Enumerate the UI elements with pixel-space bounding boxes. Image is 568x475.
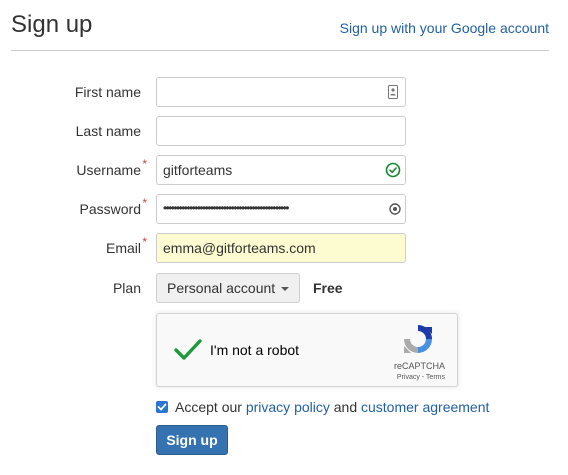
password-reveal-icon[interactable] [387,201,403,217]
agreement-and: and [333,399,358,415]
last-name-row: Last name [0,116,568,146]
username-input[interactable]: gitforteams [156,155,406,185]
chevron-down-icon [281,287,290,292]
privacy-policy-link[interactable]: privacy policy [246,399,330,415]
password-row: Password * ••••••••••••••••••••••••••••••… [0,194,568,224]
password-input[interactable]: ••••••••••••••••••••••••••••••••••••••••… [156,194,406,224]
username-value: gitforteams [163,162,233,178]
check-circle-icon [385,162,401,178]
recaptcha-privacy-terms[interactable]: Privacy - Terms [397,373,445,382]
recaptcha-logo-icon [404,325,432,353]
last-name-label: Last name [75,123,141,139]
plan-selected: Personal account [167,280,276,296]
last-name-input[interactable] [156,116,406,146]
agreement-checkbox[interactable] [156,401,168,413]
contact-card-icon[interactable] [385,84,401,100]
plan-dropdown[interactable]: Personal account [156,273,301,303]
recaptcha-brand: reCAPTCHA [393,361,445,371]
username-row: Username * gitforteams [0,155,568,185]
page-title: Sign up [11,11,93,38]
plan-label: Plan [112,280,141,296]
password-label-text: Password [79,201,141,217]
recaptcha-widget: I'm not a robot reCAPTCHA Privacy - Term… [156,313,458,387]
email-label: Email * [105,233,147,263]
username-label: Username * [76,155,147,185]
google-signup-link[interactable]: Sign up with your Google account [340,20,549,36]
email-label-text: Email [105,240,141,256]
email-row: Email * emma@gitforteams.com [0,233,568,263]
required-mark: * [142,235,147,249]
password-label: Password * [79,194,147,224]
check-icon[interactable] [173,338,203,362]
first-name-input[interactable] [156,77,406,107]
password-value: ••••••••••••••••••••••••••••••••••••••••… [163,201,289,215]
first-name-row: First name [0,77,568,107]
email-input[interactable]: emma@gitforteams.com [156,233,406,263]
required-mark: * [142,196,147,210]
sign-up-button[interactable]: Sign up [156,425,228,455]
recaptcha-label: I'm not a robot [210,342,300,358]
required-mark: * [142,157,147,171]
first-name-label: First name [74,84,141,100]
username-label-text: Username [76,162,141,178]
plan-price: Free [313,280,343,296]
agreement-row: Accept our privacy policy and customer a… [156,398,489,416]
signup-page: Sign up Sign up with your Google account… [0,0,568,475]
agreement-prefix: Accept our [175,399,242,415]
customer-agreement-link[interactable]: customer agreement [361,399,489,415]
header-divider [11,50,549,51]
checkbox-checked-icon [157,403,167,411]
email-value: emma@gitforteams.com [163,240,316,256]
plan-row: Plan Personal account Free [0,273,568,303]
